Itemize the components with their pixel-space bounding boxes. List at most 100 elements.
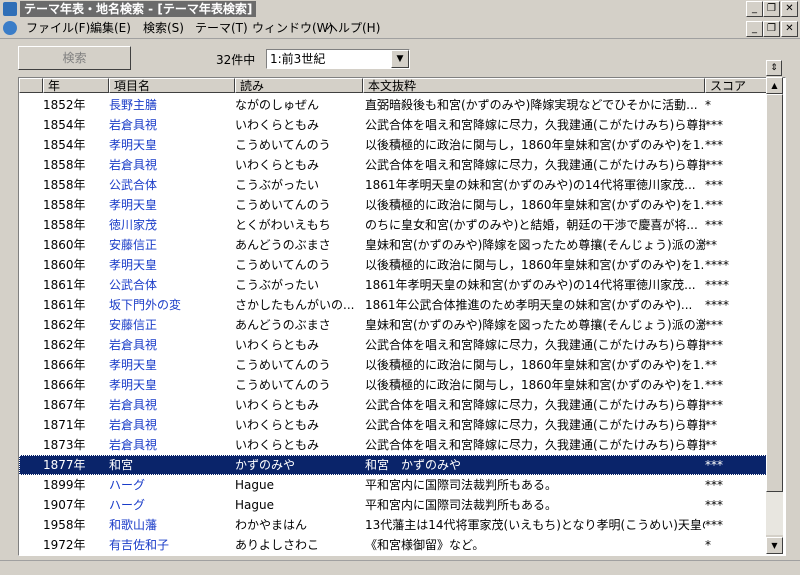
scroll-up-icon[interactable]: ▲ bbox=[766, 77, 783, 94]
cell-name[interactable]: 徳川家茂 bbox=[109, 215, 233, 235]
grid-header: 年 項目名 読み 本文抜粋 スコア bbox=[19, 78, 767, 95]
cell-excerpt: 以後積極的に政治に関与し，1860年皇妹和宮(かずのみや)を1... bbox=[365, 138, 705, 152]
window-title: テーマ年表・地名検索 - [テーマ年表検索] bbox=[20, 1, 257, 17]
menu-help[interactable]: ヘルプ(H) bbox=[324, 19, 382, 37]
cell-year: 1852年 bbox=[43, 98, 86, 112]
cell-year: 1972年 bbox=[43, 538, 86, 552]
search-button[interactable]: 検索 bbox=[18, 46, 131, 70]
menu-theme[interactable]: テーマ(T) bbox=[193, 19, 250, 37]
menu-file[interactable]: ファイル(F) bbox=[24, 19, 92, 37]
table-row[interactable]: 1873年 岩倉具視 いわくらともみ 公武合体を唱え和宮降嫁に尽力，久我建通(こがたけ… bbox=[19, 435, 767, 455]
table-row[interactable]: 1866年 孝明天皇 こうめいてんのう 以後積極的に政治に関与し，1860年皇妹和宮(… bbox=[19, 375, 767, 395]
cell-name[interactable]: ハーグ bbox=[109, 495, 233, 515]
table-row[interactable]: 1852年 長野主膳 ながのしゅぜん 直弼暗殺後も和宮(かずのみや)降嫁実現などでひそ… bbox=[19, 95, 767, 115]
cell-reading: いわくらともみ bbox=[235, 338, 320, 352]
close-icon[interactable]: ✕ bbox=[781, 1, 798, 17]
table-row[interactable]: 1877年 和宮 かずのみや 和宮 かずのみや *** bbox=[19, 455, 767, 475]
column-resize-icon[interactable]: ⇕ bbox=[766, 60, 782, 76]
cell-name[interactable]: 安藤信正 bbox=[109, 315, 233, 335]
cell-year: 1958年 bbox=[43, 518, 86, 532]
cell-year: 1866年 bbox=[43, 378, 86, 392]
cell-name[interactable]: ハーグ bbox=[109, 475, 233, 495]
header-excerpt[interactable]: 本文抜粋 bbox=[363, 78, 705, 93]
cell-name[interactable]: 安藤信正 bbox=[109, 235, 233, 255]
table-row[interactable]: 1972年 有吉佐和子 ありよしさわこ 《和宮様御留》など。 * bbox=[19, 535, 767, 555]
cell-score: * bbox=[705, 98, 711, 112]
table-row[interactable]: 1862年 岩倉具視 いわくらともみ 公武合体を唱え和宮降嫁に尽力，久我建通(こがたけ… bbox=[19, 335, 767, 355]
cell-year: 1861年 bbox=[43, 278, 86, 292]
table-row[interactable]: 1854年 孝明天皇 こうめいてんのう 以後積極的に政治に関与し，1860年皇妹和宮(… bbox=[19, 135, 767, 155]
cell-score: **** bbox=[705, 298, 729, 312]
minimize-icon[interactable]: _ bbox=[746, 1, 763, 17]
cell-name[interactable]: 和歌山藩 bbox=[109, 515, 233, 535]
cell-name[interactable]: 和宮 bbox=[109, 455, 233, 475]
cell-year: 1867年 bbox=[43, 398, 86, 412]
scroll-thumb[interactable] bbox=[766, 94, 783, 492]
cell-score: *** bbox=[705, 518, 723, 532]
header-year[interactable]: 年 bbox=[43, 78, 109, 93]
cell-name[interactable]: 公武合体 bbox=[109, 175, 233, 195]
cell-name[interactable]: 坂下門外の変 bbox=[109, 295, 233, 315]
cell-excerpt: 公武合体を唱え和宮降嫁に尽力，久我建通(こがたけみち)ら尊攘... bbox=[365, 118, 705, 132]
table-row[interactable]: 1858年 孝明天皇 こうめいてんのう 以後積極的に政治に関与し，1860年皇妹和宮(… bbox=[19, 195, 767, 215]
cell-year: 1858年 bbox=[43, 178, 86, 192]
cell-score: ** bbox=[705, 418, 717, 432]
cell-year: 1860年 bbox=[43, 258, 86, 272]
menu-window[interactable]: ウィンドウ(W) bbox=[250, 19, 335, 37]
cell-name[interactable]: 長野主膳 bbox=[109, 95, 233, 115]
cell-score: *** bbox=[705, 338, 723, 352]
cell-name[interactable]: 公武合体 bbox=[109, 275, 233, 295]
scroll-down-icon[interactable]: ▼ bbox=[766, 537, 783, 554]
vertical-scrollbar[interactable]: ▲ ▼ bbox=[766, 77, 783, 554]
cell-name[interactable]: 岩倉具視 bbox=[109, 115, 233, 135]
period-select[interactable]: 1:前3世紀 ▼ bbox=[266, 49, 410, 69]
table-row[interactable]: 1858年 徳川家茂 とくがわいえもち のちに皇女和宮(かずのみや)と結婚，朝廷の干渉… bbox=[19, 215, 767, 235]
doc-restore-icon[interactable]: ❐ bbox=[763, 21, 780, 37]
cell-reading: いわくらともみ bbox=[235, 438, 320, 452]
cell-year: 1861年 bbox=[43, 298, 86, 312]
cell-score: ** bbox=[705, 358, 717, 372]
app-icon[interactable] bbox=[3, 2, 17, 16]
table-row[interactable]: 1899年 ハーグ Hague 平和宮内に国際司法裁判所もある。 *** bbox=[19, 475, 767, 495]
table-row[interactable]: 1861年 公武合体 こうぶがったい 1861年孝明天皇の妹和宮(かずのみや)の14代… bbox=[19, 275, 767, 295]
cell-name[interactable]: 孝明天皇 bbox=[109, 135, 233, 155]
header-score[interactable]: スコア bbox=[705, 78, 767, 93]
table-row[interactable]: 1860年 孝明天皇 こうめいてんのう 以後積極的に政治に関与し，1860年皇妹和宮(… bbox=[19, 255, 767, 275]
cell-name[interactable]: 岩倉具視 bbox=[109, 335, 233, 355]
cell-excerpt: 公武合体を唱え和宮降嫁に尽力，久我建通(こがたけみち)ら尊攘... bbox=[365, 158, 705, 172]
table-row[interactable]: 1907年 ハーグ Hague 平和宮内に国際司法裁判所もある。 *** bbox=[19, 495, 767, 515]
table-row[interactable]: 1867年 岩倉具視 いわくらともみ 公武合体を唱え和宮降嫁に尽力，久我建通(こがたけ… bbox=[19, 395, 767, 415]
cell-name[interactable]: 孝明天皇 bbox=[109, 375, 233, 395]
restore-icon[interactable]: ❐ bbox=[763, 1, 780, 17]
cell-name[interactable]: 岩倉具視 bbox=[109, 435, 233, 455]
cell-name[interactable]: 有吉佐和子 bbox=[109, 535, 233, 555]
doc-close-icon[interactable]: ✕ bbox=[781, 21, 798, 37]
cell-year: 1854年 bbox=[43, 118, 86, 132]
table-row[interactable]: 1861年 坂下門外の変 さかしたもんがいの... 1861年公武合体推進のため孝明天… bbox=[19, 295, 767, 315]
menu-edit[interactable]: 編集(E) bbox=[88, 19, 133, 37]
cell-name[interactable]: 岩倉具視 bbox=[109, 395, 233, 415]
cell-reading: わかやまはん bbox=[235, 518, 308, 532]
cell-name[interactable]: 岩倉具視 bbox=[109, 155, 233, 175]
doc-minimize-icon[interactable]: _ bbox=[746, 21, 763, 37]
header-reading[interactable]: 読み bbox=[235, 78, 363, 93]
cell-reading: あんどうのぶまさ bbox=[235, 318, 331, 332]
cell-name[interactable]: 孝明天皇 bbox=[109, 195, 233, 215]
table-row[interactable]: 1871年 岩倉具視 いわくらともみ 公武合体を唱え和宮降嫁に尽力，久我建通(こがたけ… bbox=[19, 415, 767, 435]
table-row[interactable]: 1862年 安藤信正 あんどうのぶまさ 皇妹和宮(かずのみや)降嫁を図ったため尊攘(そ… bbox=[19, 315, 767, 335]
header-name[interactable]: 項目名 bbox=[109, 78, 235, 93]
cell-name[interactable]: 岩倉具視 bbox=[109, 415, 233, 435]
table-row[interactable]: 1858年 公武合体 こうぶがったい 1861年孝明天皇の妹和宮(かずのみや)の14代… bbox=[19, 175, 767, 195]
table-row[interactable]: 1958年 和歌山藩 わかやまはん 13代藩主は14代将軍家茂(いえもち)となり孝明(… bbox=[19, 515, 767, 535]
chevron-down-icon[interactable]: ▼ bbox=[391, 50, 409, 68]
document-icon[interactable] bbox=[3, 21, 17, 35]
cell-score: *** bbox=[705, 118, 723, 132]
table-row[interactable]: 1866年 孝明天皇 こうめいてんのう 以後積極的に政治に関与し，1860年皇妹和宮(… bbox=[19, 355, 767, 375]
cell-excerpt: 平和宮内に国際司法裁判所もある。 bbox=[365, 498, 558, 512]
table-row[interactable]: 1858年 岩倉具視 いわくらともみ 公武合体を唱え和宮降嫁に尽力，久我建通(こがたけ… bbox=[19, 155, 767, 175]
table-row[interactable]: 1860年 安藤信正 あんどうのぶまさ 皇妹和宮(かずのみや)降嫁を図ったため尊攘(そ… bbox=[19, 235, 767, 255]
table-row[interactable]: 1854年 岩倉具視 いわくらともみ 公武合体を唱え和宮降嫁に尽力，久我建通(こがたけ… bbox=[19, 115, 767, 135]
menu-search[interactable]: 検索(S) bbox=[141, 19, 186, 37]
cell-name[interactable]: 孝明天皇 bbox=[109, 355, 233, 375]
cell-name[interactable]: 孝明天皇 bbox=[109, 255, 233, 275]
